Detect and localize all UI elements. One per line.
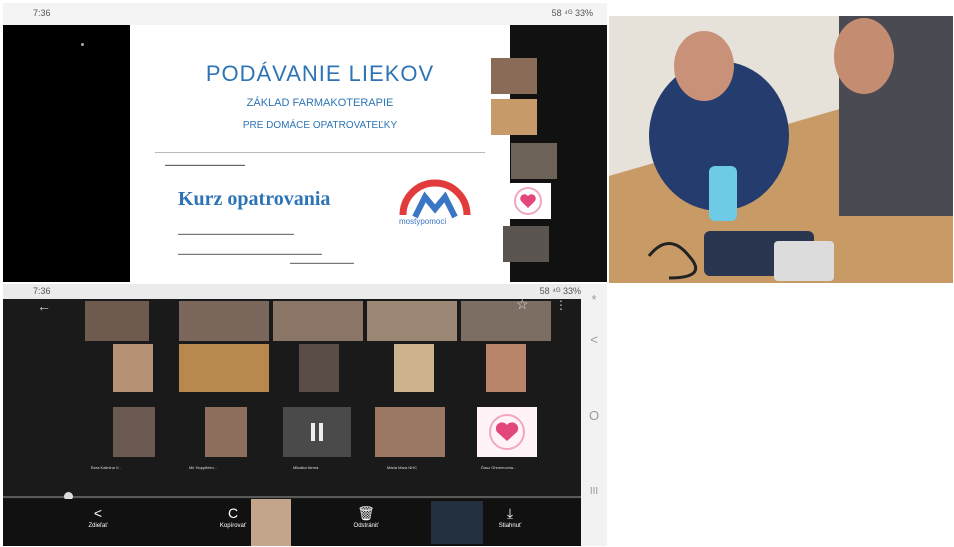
- presentation-slide: PODÁVANIE LIEKOV ZÁKLAD FARMAKOTERAPIE P…: [130, 25, 510, 282]
- share-icon: <: [93, 505, 103, 521]
- download-button[interactable]: ⤓ Stiahnuť: [475, 499, 545, 546]
- participant-video-thumb[interactable]: [491, 99, 537, 135]
- participant-name: Mir Hoppfleim...: [189, 465, 218, 470]
- mostypomoci-logo: mostypomoci: [395, 175, 475, 235]
- star-icon[interactable]: ☆: [516, 296, 529, 313]
- course-title: Kurz opatrovania: [178, 188, 331, 210]
- participant-name: Mária Mara NHC: [387, 465, 418, 470]
- slide-subtitle-1: ZÁKLAD FARMAKOTERAPIE: [246, 97, 394, 109]
- participant-name: Ďasz Ohnemocha...: [481, 465, 517, 470]
- slide-footer-line-3: ▬▬▬▬▬▬▬▬▬▬▬▬▬▬▬▬: [290, 260, 354, 265]
- download-icon: ⤓: [506, 505, 514, 521]
- participant-tile-logo[interactable]: [477, 407, 537, 457]
- screenshot-meeting-gallery: 7:36 58 ⁴ᴳ 33% Bóra Kalinina V... Mir Ho…: [3, 284, 607, 546]
- photo-glucose-measurement: [609, 16, 953, 283]
- more-menu-icon[interactable]: ⋮: [555, 298, 567, 312]
- status-time: 7:36: [33, 8, 51, 18]
- participant-tile[interactable]: [486, 344, 526, 392]
- share-button[interactable]: < Zdieľať: [63, 499, 133, 546]
- heart-logo-icon: [514, 187, 542, 215]
- participant-tile[interactable]: [273, 301, 363, 341]
- participant-video-thumb[interactable]: [503, 226, 549, 262]
- participant-tile-paused[interactable]: [283, 407, 351, 457]
- nav-recents-icon[interactable]: III: [581, 486, 607, 497]
- participant-video-thumb[interactable]: [491, 58, 537, 94]
- status-time: 7:36: [33, 286, 51, 296]
- status-bar: 7:36 58 ⁴ᴳ 33%: [3, 3, 607, 25]
- participant-video-thumb[interactable]: [505, 183, 551, 219]
- trash-icon: 🗑: [357, 505, 375, 521]
- delete-label: Odstrániť: [353, 523, 379, 529]
- slide-footer-line-2: ▬▬▬▬▬▬▬▬▬▬▬▬▬▬▬▬▬▬▬▬▬▬▬▬▬▬▬▬▬▬▬▬▬▬▬▬: [178, 251, 322, 256]
- heart-logo-icon: [489, 414, 525, 450]
- participant-video-thumb[interactable]: [251, 499, 291, 546]
- slide-title: PODÁVANIE LIEKOV: [205, 61, 435, 86]
- photo-illustration: [609, 16, 953, 283]
- delete-button[interactable]: 🗑 Odstrániť: [331, 499, 401, 546]
- participant-tile[interactable]: [367, 301, 457, 341]
- camera-dot-icon: [81, 43, 84, 46]
- participant-tile[interactable]: [113, 344, 153, 392]
- logo-arc-icon: [399, 179, 471, 219]
- download-label: Stiahnuť: [498, 523, 522, 529]
- slide-subtitle-2: PRE DOMÁCE OPATROVATEĽKY: [242, 120, 398, 131]
- screenshot-slide: 7:36 58 ⁴ᴳ 33% PODÁVANIE LIEKOV ZÁKLAD F…: [3, 3, 607, 282]
- participant-tile[interactable]: [85, 301, 149, 341]
- nav-back-icon[interactable]: <: [581, 332, 607, 347]
- status-system-icons: 58 ⁴ᴳ 33%: [539, 286, 581, 296]
- participant-tile[interactable]: [394, 344, 434, 392]
- pause-icon: [311, 423, 323, 441]
- participant-tile[interactable]: [375, 407, 445, 457]
- nav-home-icon[interactable]: O: [581, 408, 607, 423]
- slide-divider: [155, 152, 485, 153]
- participant-name: Mikalka Nemá: [293, 465, 319, 470]
- participant-name: Bóra Kalinina V...: [91, 465, 122, 470]
- slide-fine-print: ▬▬▬▬▬▬▬▬▬▬▬▬▬▬▬▬▬▬▬▬: [165, 162, 245, 167]
- android-nav-bar: * < O III: [581, 284, 607, 546]
- participant-tile[interactable]: [461, 301, 551, 341]
- back-arrow-icon[interactable]: ←: [37, 298, 51, 314]
- participant-tile[interactable]: [179, 301, 269, 341]
- nav-star-icon[interactable]: *: [581, 292, 607, 307]
- participant-tile[interactable]: [113, 407, 155, 457]
- participant-tile[interactable]: [205, 407, 247, 457]
- participant-tile[interactable]: [299, 344, 339, 392]
- video-progress-track[interactable]: [3, 496, 581, 498]
- participant-tile[interactable]: [179, 344, 269, 392]
- status-system-icons: 58 ⁴ᴳ 33%: [551, 8, 593, 18]
- letterbox-left: [3, 25, 130, 282]
- share-label: Zdieľať: [88, 523, 108, 529]
- logo-text: mostypomoci: [399, 217, 447, 226]
- participant-video-thumb[interactable]: [511, 143, 557, 179]
- slide-footer-line-1: ▬▬▬▬▬▬▬▬▬▬▬▬▬▬▬▬▬▬▬▬▬▬▬▬▬▬▬▬▬: [178, 231, 294, 236]
- gallery-action-bar: < Zdieľať C Kopírovať 🗑 Odstrániť ⤓ Stia…: [3, 499, 581, 546]
